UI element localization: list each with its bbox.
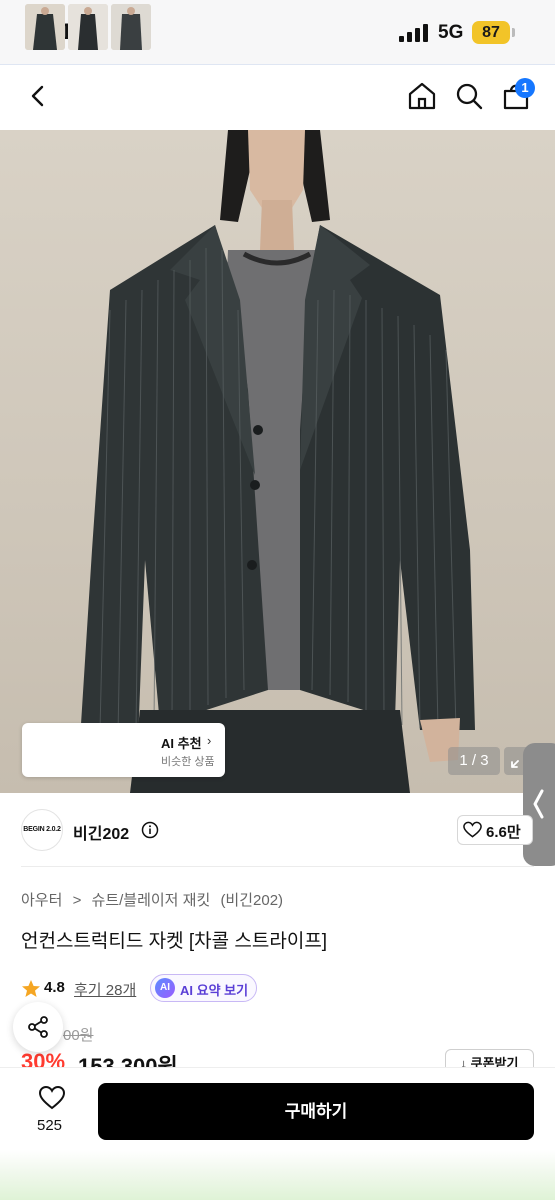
thumbnail-1[interactable] <box>25 4 65 50</box>
chevron-left-icon <box>533 789 544 819</box>
buy-button[interactable]: 구매하기 <box>98 1083 534 1140</box>
heart-icon <box>463 821 482 838</box>
chevron-left-icon[interactable] <box>22 79 56 113</box>
home-icon[interactable] <box>405 79 439 113</box>
breadcrumb-separator: > <box>72 892 82 909</box>
battery-tip <box>512 28 515 37</box>
network-label: 5G <box>438 22 464 43</box>
product-image[interactable] <box>0 130 555 793</box>
thumbnail-2[interactable] <box>68 4 108 50</box>
ai-badge-icon: AI <box>155 978 175 998</box>
original-price: 00원 <box>63 1027 94 1044</box>
reviews-link[interactable]: 후기 28개 <box>74 979 136 1000</box>
star-icon <box>22 980 40 997</box>
ai-recommend-subtitle: 비슷한 상품 <box>161 756 215 768</box>
side-panel-handle[interactable] <box>523 743 555 866</box>
breadcrumb-brand[interactable]: (비긴202) <box>220 892 283 909</box>
heart-icon[interactable] <box>38 1085 66 1111</box>
brand-name[interactable]: 비긴202 <box>73 820 129 844</box>
rating-value: 4.8 <box>44 979 65 996</box>
product-photo <box>80 130 475 793</box>
ai-summary-label: AI 요약 보기 <box>180 983 249 998</box>
search-icon[interactable] <box>452 79 486 113</box>
share-icon <box>28 1016 48 1038</box>
nav-bar <box>0 64 555 130</box>
breadcrumb: 아우터 > 슈트/블레이저 재킷 (비긴202) <box>21 889 289 910</box>
breadcrumb-subcategory[interactable]: 슈트/블레이저 재킷 <box>92 892 211 909</box>
signal-icon <box>399 24 428 42</box>
breadcrumb-category[interactable]: 아우터 <box>21 892 62 909</box>
thumbnail-3[interactable] <box>111 4 151 50</box>
ai-recommend-title: AI 추천 <box>161 736 202 751</box>
battery-icon: 87 <box>472 21 510 44</box>
cart-badge: 1 <box>515 78 535 98</box>
wishlist-count: 525 <box>37 1117 63 1134</box>
brand-logo[interactable]: BEGIN 2.0.2 <box>21 809 63 851</box>
image-page-counter: 1 / 3 <box>448 747 500 775</box>
info-icon[interactable] <box>141 821 159 839</box>
divider <box>21 866 534 867</box>
chevron-right-icon: › <box>207 733 212 748</box>
product-title: 언컨스트럭티드 자켓 [차콜 스트라이프] <box>21 931 328 952</box>
brand-like-count: 6.6만 <box>486 824 521 841</box>
